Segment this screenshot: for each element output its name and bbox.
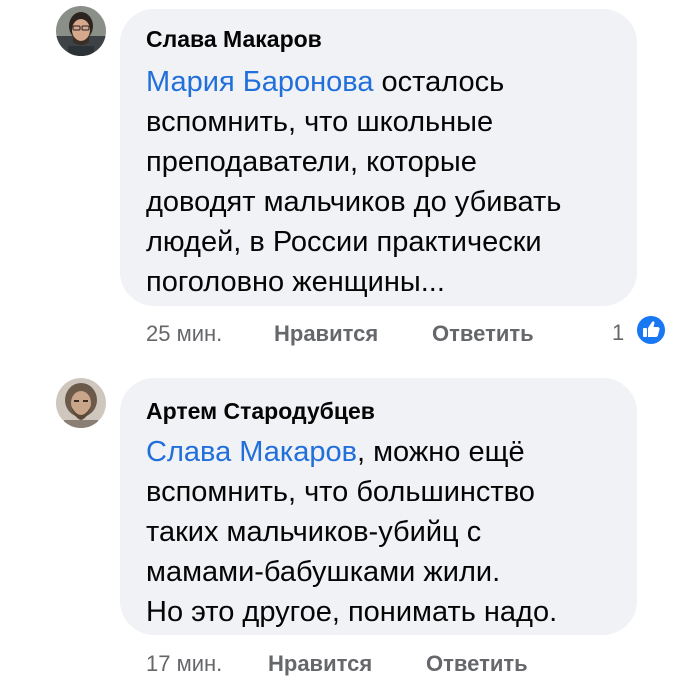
comment-text-line: поголовно женщины... bbox=[146, 266, 445, 298]
reply-button[interactable]: Ответить bbox=[426, 651, 528, 677]
comment-text-line: Мария Баронова осталось bbox=[146, 62, 626, 102]
comment-bubble: Артем Стародубцев Слава Макаров, можно е… bbox=[120, 378, 637, 635]
reaction-count: 1 bbox=[612, 320, 625, 345]
comment-text-fragment: осталось bbox=[373, 66, 505, 98]
comment-timestamp[interactable]: 25 мин. bbox=[146, 321, 222, 347]
comment-text-line: мамами-бабушками жили. bbox=[146, 556, 501, 588]
comment-author[interactable]: Артем Стародубцев bbox=[146, 398, 375, 425]
avatar[interactable] bbox=[56, 6, 106, 56]
comment-text: Мария Баронова осталось вспомнить, что ш… bbox=[146, 62, 626, 302]
mention-link[interactable]: Мария Баронова bbox=[146, 66, 373, 98]
like-button[interactable]: Нравится bbox=[274, 321, 378, 347]
avatar[interactable] bbox=[56, 378, 106, 428]
like-thumbs-up-icon bbox=[634, 313, 668, 347]
comment-text-line: доводят мальчиков до убивать bbox=[146, 186, 562, 218]
avatar-photo bbox=[56, 6, 106, 56]
comment-text-line: Но это другое, понимать надо. bbox=[146, 596, 558, 628]
comment-text-line: вспомнить, что школьные bbox=[146, 106, 494, 138]
comment-text-line: таких мальчиков-убийц с bbox=[146, 516, 482, 548]
comment-text-line: вспомнить, что большинство bbox=[146, 476, 535, 508]
like-button[interactable]: Нравится bbox=[268, 651, 372, 677]
comment-author[interactable]: Слава Макаров bbox=[146, 26, 322, 53]
comment-bubble: Слава Макаров Мария Баронова осталось вс… bbox=[120, 9, 637, 306]
comment-text-line: Слава Макаров, можно ещё bbox=[146, 432, 626, 472]
comment-text-line: людей, в России практически bbox=[146, 226, 542, 258]
avatar-photo bbox=[56, 378, 106, 428]
reply-button[interactable]: Ответить bbox=[432, 321, 534, 347]
comment-text: Слава Макаров, можно ещё вспомнить, что … bbox=[146, 432, 626, 632]
mention-link[interactable]: Слава Макаров bbox=[146, 436, 357, 468]
comment-timestamp[interactable]: 17 мин. bbox=[146, 651, 222, 677]
comment-text-fragment: , можно ещё bbox=[357, 436, 525, 468]
comment-text-line: преподаватели, которые bbox=[146, 146, 477, 178]
